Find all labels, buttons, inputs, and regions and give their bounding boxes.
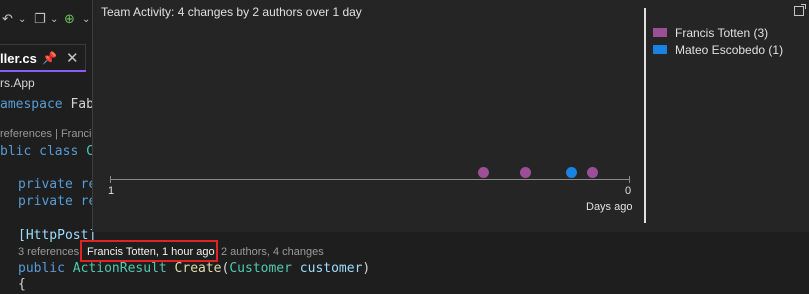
undo-icon[interactable]: ↶ [2,12,13,27]
popup-title: Team Activity: 4 changes by 2 authors ov… [101,5,362,19]
active-tab-indicator [0,70,86,72]
code-line-class: blic class C [0,144,94,159]
code-line-namespace: amespace Fabr [0,97,102,112]
editor-toolbar: ↶ ⌄ ❐ ⌄ ⊕ ⌄ [0,0,100,40]
file-tab-label: ller.cs [0,51,37,66]
chevron-down-icon[interactable]: ⌄ [50,14,58,25]
breadcrumb[interactable]: rs.App [0,76,35,90]
popout-icon[interactable] [794,4,806,16]
x-axis-title: Days ago [586,201,633,213]
code-line-field-1: private re [18,177,97,192]
method-authors-lens[interactable]: 2 authors, 4 changes [221,246,324,258]
code-line-field-2: private re [18,194,97,209]
x-tick-label-left: 1 [108,185,115,197]
method-references-lens[interactable]: 3 references [18,246,79,258]
x-tick-label-right: 0 [625,185,632,197]
team-activity-popup: Team Activity: 4 changes by 2 authors ov… [92,0,809,232]
activity-dot[interactable] [478,167,490,178]
activity-dot[interactable] [587,167,599,178]
legend-label: Mateo Escobedo (1) [675,43,784,57]
close-icon[interactable]: ✕ [66,49,79,67]
code-line-method: public ActionResult Create(Customer cust… [18,261,371,276]
legend-swatch [653,28,667,37]
x-tick-right [629,176,630,183]
author-lens-label: Francis Totten, 1 hour ago [87,246,215,258]
class-code-lens[interactable]: references | Francis [0,128,97,140]
x-tick-left [110,176,111,183]
activity-dot[interactable] [566,167,578,178]
chevron-down-icon[interactable]: ⌄ [18,14,26,25]
code-line-brace: { [18,277,26,292]
file-tab[interactable]: ller.cs 📌 ✕ [0,44,86,72]
highlighted-author-lens[interactable]: Francis Totten, 1 hour ago [80,240,218,262]
legend-swatch [653,45,667,54]
add-item-icon[interactable]: ⊕ [64,12,75,27]
legend-divider [644,8,646,223]
copy-icon[interactable]: ❐ [34,12,46,27]
chevron-down-icon[interactable]: ⌄ [82,14,90,25]
x-axis-line [110,179,630,180]
pin-icon[interactable]: 📌 [42,51,57,65]
activity-dot[interactable] [519,167,531,178]
legend-label: Francis Totten (3) [675,26,769,40]
